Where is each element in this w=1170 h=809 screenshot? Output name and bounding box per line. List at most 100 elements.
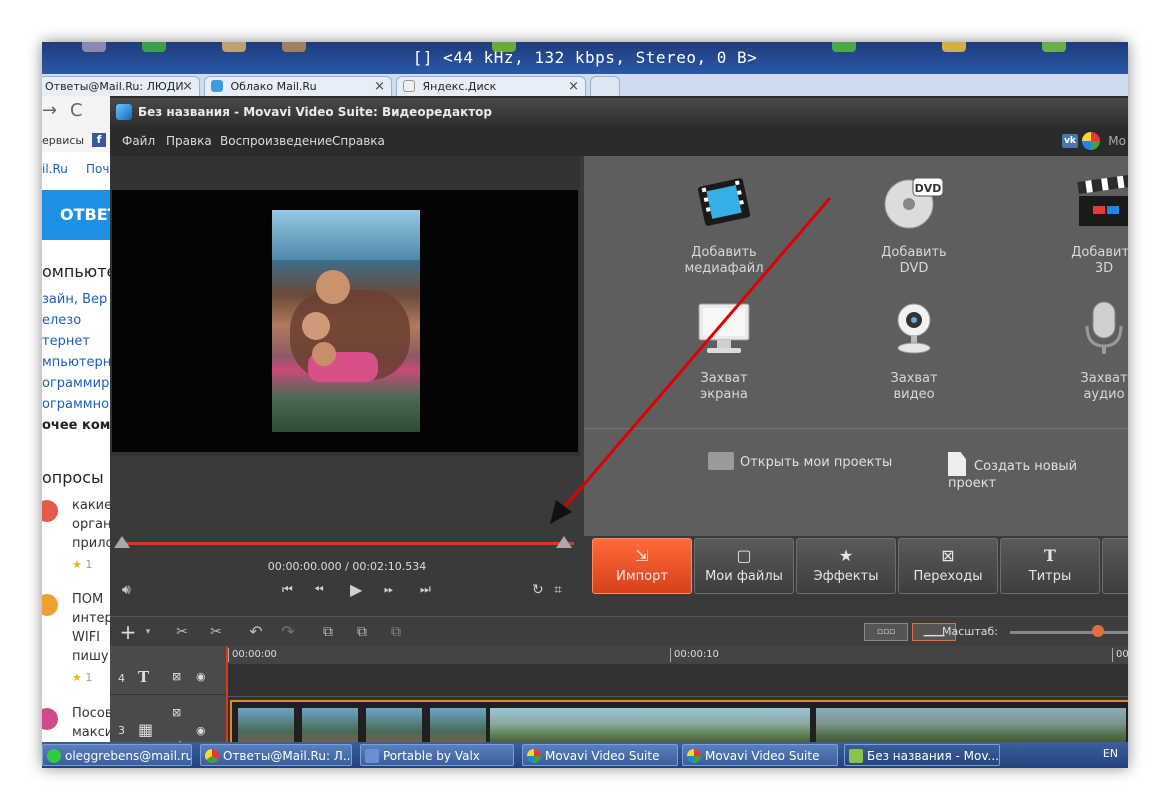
go-to-start-icon[interactable]: ⏮︎ xyxy=(282,582,293,597)
tab-label: Переходы xyxy=(913,569,983,584)
add-3d-button[interactable]: Добавить 3D xyxy=(1044,172,1128,277)
film-icon xyxy=(697,178,751,226)
menu-help[interactable]: Справка xyxy=(332,126,385,156)
fast-forward-icon[interactable]: ⏩︎ xyxy=(384,582,394,597)
mail-nav-link[interactable]: Поч xyxy=(86,162,109,176)
category-heading: омпьюте xyxy=(42,262,117,281)
title-track[interactable] xyxy=(226,664,1128,697)
star-icon: ★ xyxy=(838,546,854,565)
trim-end-handle[interactable] xyxy=(556,536,572,548)
tab-titles[interactable]: T Титры xyxy=(1000,538,1100,594)
bookmark-services[interactable]: ервисы xyxy=(42,134,84,147)
trim-start-handle[interactable] xyxy=(114,536,130,548)
menu-playback[interactable]: Воспроизведение xyxy=(220,126,332,156)
clip-properties-icon[interactable]: ⧉ xyxy=(318,623,338,641)
reload-icon[interactable]: C xyxy=(70,100,83,121)
go-to-end-icon[interactable]: ⏭︎ xyxy=(420,582,431,597)
question-text[interactable]: ПОМ xyxy=(72,592,103,607)
crop-icon[interactable]: ⌗ xyxy=(554,582,562,598)
menu-file[interactable]: Файл xyxy=(122,126,155,156)
taskbar-item[interactable]: Portable by Valx xyxy=(360,744,514,766)
question-text[interactable]: какие xyxy=(72,498,112,513)
video-preview[interactable] xyxy=(112,190,578,452)
category-link[interactable]: зайн, Вер xyxy=(42,292,107,307)
screen-capture-button[interactable]: Захват экрана xyxy=(664,298,784,403)
add-icon[interactable]: + xyxy=(118,622,138,642)
tab-more[interactable] xyxy=(1102,538,1128,594)
mail-nav-link[interactable]: il.Ru xyxy=(42,162,68,176)
video-capture-button[interactable]: Захват видео xyxy=(854,298,974,403)
taskbar-label: Без названия - Mov... xyxy=(867,749,999,763)
category-link[interactable]: очее ком xyxy=(42,418,110,433)
browser-tab[interactable]: Яндекс.Диск × xyxy=(396,76,586,96)
undo-icon[interactable]: ↶ xyxy=(246,623,266,641)
question-text[interactable]: интер xyxy=(72,611,113,626)
close-icon[interactable]: × xyxy=(182,77,193,96)
chevron-down-icon[interactable]: ▾ xyxy=(138,623,158,641)
new-tab-button[interactable] xyxy=(590,76,620,96)
browser-tab[interactable]: Ответы@Mail.Ru: ЛЮДИ × xyxy=(42,76,200,96)
category-link[interactable]: ограммир xyxy=(42,376,109,391)
clip-settings-icon[interactable]: ⧉ xyxy=(386,623,406,641)
social-share-icon[interactable] xyxy=(1082,132,1100,150)
open-projects-link[interactable]: Открыть мои проекты xyxy=(708,452,892,470)
mute-track-icon[interactable]: ⊠ xyxy=(172,706,181,719)
taskbar-item[interactable]: Movavi Video Suite xyxy=(682,744,838,766)
taskbar-item[interactable]: Без названия - Mov... xyxy=(844,744,1000,766)
question-text[interactable]: Посов xyxy=(72,706,113,721)
vk-icon[interactable]: vk xyxy=(1062,134,1078,148)
zoom-slider-handle[interactable] xyxy=(1092,625,1104,637)
dvd-icon: DVD xyxy=(884,177,944,229)
import-label: экрана xyxy=(700,387,748,402)
rotate-icon[interactable]: ↻ xyxy=(532,582,544,598)
add-media-button[interactable]: Добавить медиафайл xyxy=(664,172,784,277)
eye-icon[interactable]: ◉ xyxy=(196,724,206,737)
tab-effects[interactable]: ★ Эффекты xyxy=(796,538,896,594)
category-link[interactable]: елезо xyxy=(42,313,81,328)
close-icon[interactable]: × xyxy=(568,77,579,96)
movavi-app-icon xyxy=(116,104,132,120)
tab-import[interactable]: ⇲ Импорт xyxy=(592,538,692,594)
export-clip-icon[interactable]: ⧉ xyxy=(352,623,372,641)
new-project-link[interactable]: Создать новый проект xyxy=(948,452,1128,491)
page-icon xyxy=(403,80,415,92)
chrome-icon xyxy=(205,749,219,763)
mute-track-icon[interactable]: ⊠ xyxy=(172,670,181,683)
timeline-ruler[interactable]: 00:00:00 00:00:10 00:00 xyxy=(226,646,1128,665)
cut-icon[interactable]: ✂ xyxy=(172,623,192,641)
question-text[interactable]: макси xyxy=(72,725,113,740)
movavi-icon xyxy=(527,749,541,763)
files-icon: ▢ xyxy=(736,546,752,565)
taskbar-item[interactable]: Ответы@Mail.Ru: Л... xyxy=(200,744,352,766)
play-icon[interactable]: ▶ xyxy=(350,580,362,599)
category-link[interactable]: ограммно xyxy=(42,397,109,412)
add-dvd-button[interactable]: DVD Добавить DVD xyxy=(854,172,974,277)
media-info-overlay: [] <44 kHz, 132 kbps, Stereo, 0 B> xyxy=(412,48,758,67)
taskbar-item[interactable]: Movavi Video Suite xyxy=(522,744,678,766)
tab-label: Облако Mail.Ru xyxy=(230,80,317,93)
category-link[interactable]: тернет xyxy=(42,334,90,349)
audio-capture-button[interactable]: Захват аудио xyxy=(1044,298,1128,403)
volume-icon[interactable]: 🔊︎ xyxy=(122,582,131,598)
tab-my-files[interactable]: ▢ Мои файлы xyxy=(694,538,794,594)
language-indicator[interactable]: EN xyxy=(1103,747,1118,760)
playback-progress[interactable] xyxy=(120,542,574,545)
question-text[interactable]: орган xyxy=(72,517,112,532)
cut-segment-icon[interactable]: ✂ xyxy=(206,623,226,641)
storyboard-view-button[interactable]: ▫▫▫ xyxy=(864,623,908,641)
eye-icon[interactable]: ◉ xyxy=(196,670,206,683)
question-text[interactable]: прило xyxy=(72,536,113,551)
close-icon[interactable]: × xyxy=(374,77,385,96)
forward-arrow-icon[interactable]: → xyxy=(42,100,57,121)
redo-icon[interactable]: ↷ xyxy=(278,623,298,641)
question-text[interactable]: пишу xyxy=(72,649,109,664)
zoom-slider[interactable] xyxy=(1010,631,1128,634)
taskbar-item[interactable]: oleggrebens@mail.ru xyxy=(42,744,192,766)
tab-transitions[interactable]: ⊠ Переходы xyxy=(898,538,998,594)
category-link[interactable]: мпьютерн xyxy=(42,355,111,370)
browser-tab[interactable]: Облако Mail.Ru × xyxy=(204,76,392,96)
question-text[interactable]: WIFI xyxy=(72,630,100,645)
menu-edit[interactable]: Правка xyxy=(166,126,212,156)
rewind-icon[interactable]: ⏪︎ xyxy=(314,582,324,597)
facebook-icon[interactable]: f xyxy=(92,133,106,147)
